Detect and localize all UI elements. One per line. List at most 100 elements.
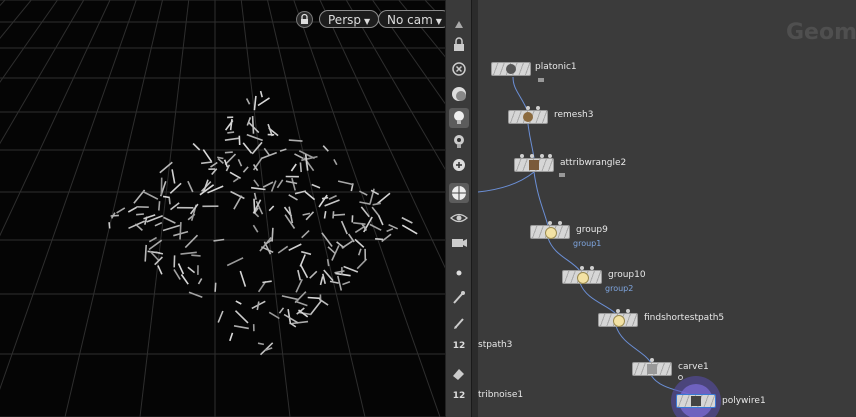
camera-menu-label: Persp [328,13,361,27]
wire-segment [331,245,340,261]
wire-segment [323,210,327,219]
wire-segment [232,177,239,183]
wire-segment [253,179,260,187]
offscreen-node-label[interactable]: stpath3 [478,340,512,350]
wire-segment [259,90,263,98]
wire-segment [171,169,176,184]
wire-segment [170,202,180,211]
wire-segment [335,272,351,277]
wire-segment [347,233,355,243]
carve-icon [647,364,657,374]
close-circle-icon [452,62,466,76]
point-snap-button[interactable] [449,263,469,283]
node-label: group10 [608,270,646,280]
brush-button[interactable] [449,288,469,308]
camera-button[interactable] [449,232,469,252]
wire-segment [322,273,326,284]
eraser-button[interactable] [449,363,469,383]
count-button-1[interactable]: 12 [449,338,469,358]
path-icon [613,315,625,327]
scroll-up-button[interactable] [449,14,469,34]
shading-button[interactable] [449,84,469,104]
wire-segment [257,97,270,107]
wire-segment [294,291,307,304]
wrangle-icon [529,160,539,170]
light-button[interactable] [449,132,469,152]
wire-segment [233,325,249,330]
wire-segment [386,228,394,233]
wire-segment [202,149,213,163]
wire-segment [327,246,337,255]
wire-segment [245,98,251,105]
wire-segment [371,206,380,216]
wire-segment [281,295,300,301]
chevron-down-icon: ▼ [435,17,442,26]
triangle-up-icon [455,21,463,28]
wire-segment [158,201,161,211]
lock-view-button[interactable] [449,35,469,55]
wire-segment [210,161,218,168]
wire-segment [108,222,111,229]
no-cam-menu[interactable]: No cam ▼ [378,10,445,28]
wire-segment [134,223,143,231]
wire-segment [401,224,418,235]
dot-icon [456,270,462,276]
node-label: polywire1 [722,396,766,406]
wire-segment [187,266,196,274]
viewport-canvas[interactable] [0,0,445,417]
count-label: 12 [452,341,466,351]
wire-segment [224,137,240,141]
wire-segment [340,220,348,235]
wire-segment [177,263,185,275]
count-button-2[interactable]: 12 [449,388,469,408]
close-view-button[interactable] [449,59,469,79]
wire-segment [110,214,119,217]
wire-segment [359,201,371,205]
wire-segment [291,177,296,191]
add-light-button[interactable] [449,156,469,176]
wire-segment [376,192,391,205]
platonic-icon [506,64,516,74]
node-label: findshortestpath5 [644,313,725,323]
lock-icon [454,37,464,51]
offscreen-node-label[interactable]: tribnoise1 [478,390,523,400]
wire-segment [229,118,233,131]
wire-segment [341,240,353,249]
pen-button[interactable] [449,313,469,333]
lock-small-icon [559,173,565,177]
wire-segment [299,162,302,173]
wire-segment [375,238,384,241]
wire-segment [342,280,351,286]
wire-segment [252,224,259,233]
wire-segment [251,141,263,155]
visibility-button[interactable] [449,208,469,228]
remesh-icon [523,112,533,122]
wire-segment [257,342,265,346]
wire-segment [343,265,359,273]
group-icon [545,227,557,239]
node-label: platonic1 [535,62,577,72]
no-cam-label: No cam [387,13,433,27]
camera-menu[interactable]: Persp ▼ [319,10,380,28]
wire-segment [188,291,203,298]
wire-segment [142,190,159,200]
wire-segment [201,161,213,165]
headlight-button[interactable] [449,108,469,128]
wire-segment [290,163,297,172]
network-title: Geom [786,20,856,45]
node-label: attribwrangle2 [560,158,627,168]
wire-segment [159,161,173,174]
display-options-button[interactable] [449,183,469,203]
wire-segment [227,131,235,134]
wire-segment [226,257,244,267]
wire-segment [233,195,243,210]
scene-viewport[interactable]: Persp ▼ No cam ▼ [0,0,445,417]
camera-lock-button[interactable] [296,11,313,28]
wire-segment [184,234,199,249]
wire-segment [299,264,309,279]
network-editor[interactable]: Geom platonic1 remesh3 attribwrangle2 gr… [478,0,856,417]
wire-segment [155,251,164,255]
wire-segment [369,223,382,231]
bulb-dark-icon [454,135,464,148]
wire-segment [302,212,311,216]
